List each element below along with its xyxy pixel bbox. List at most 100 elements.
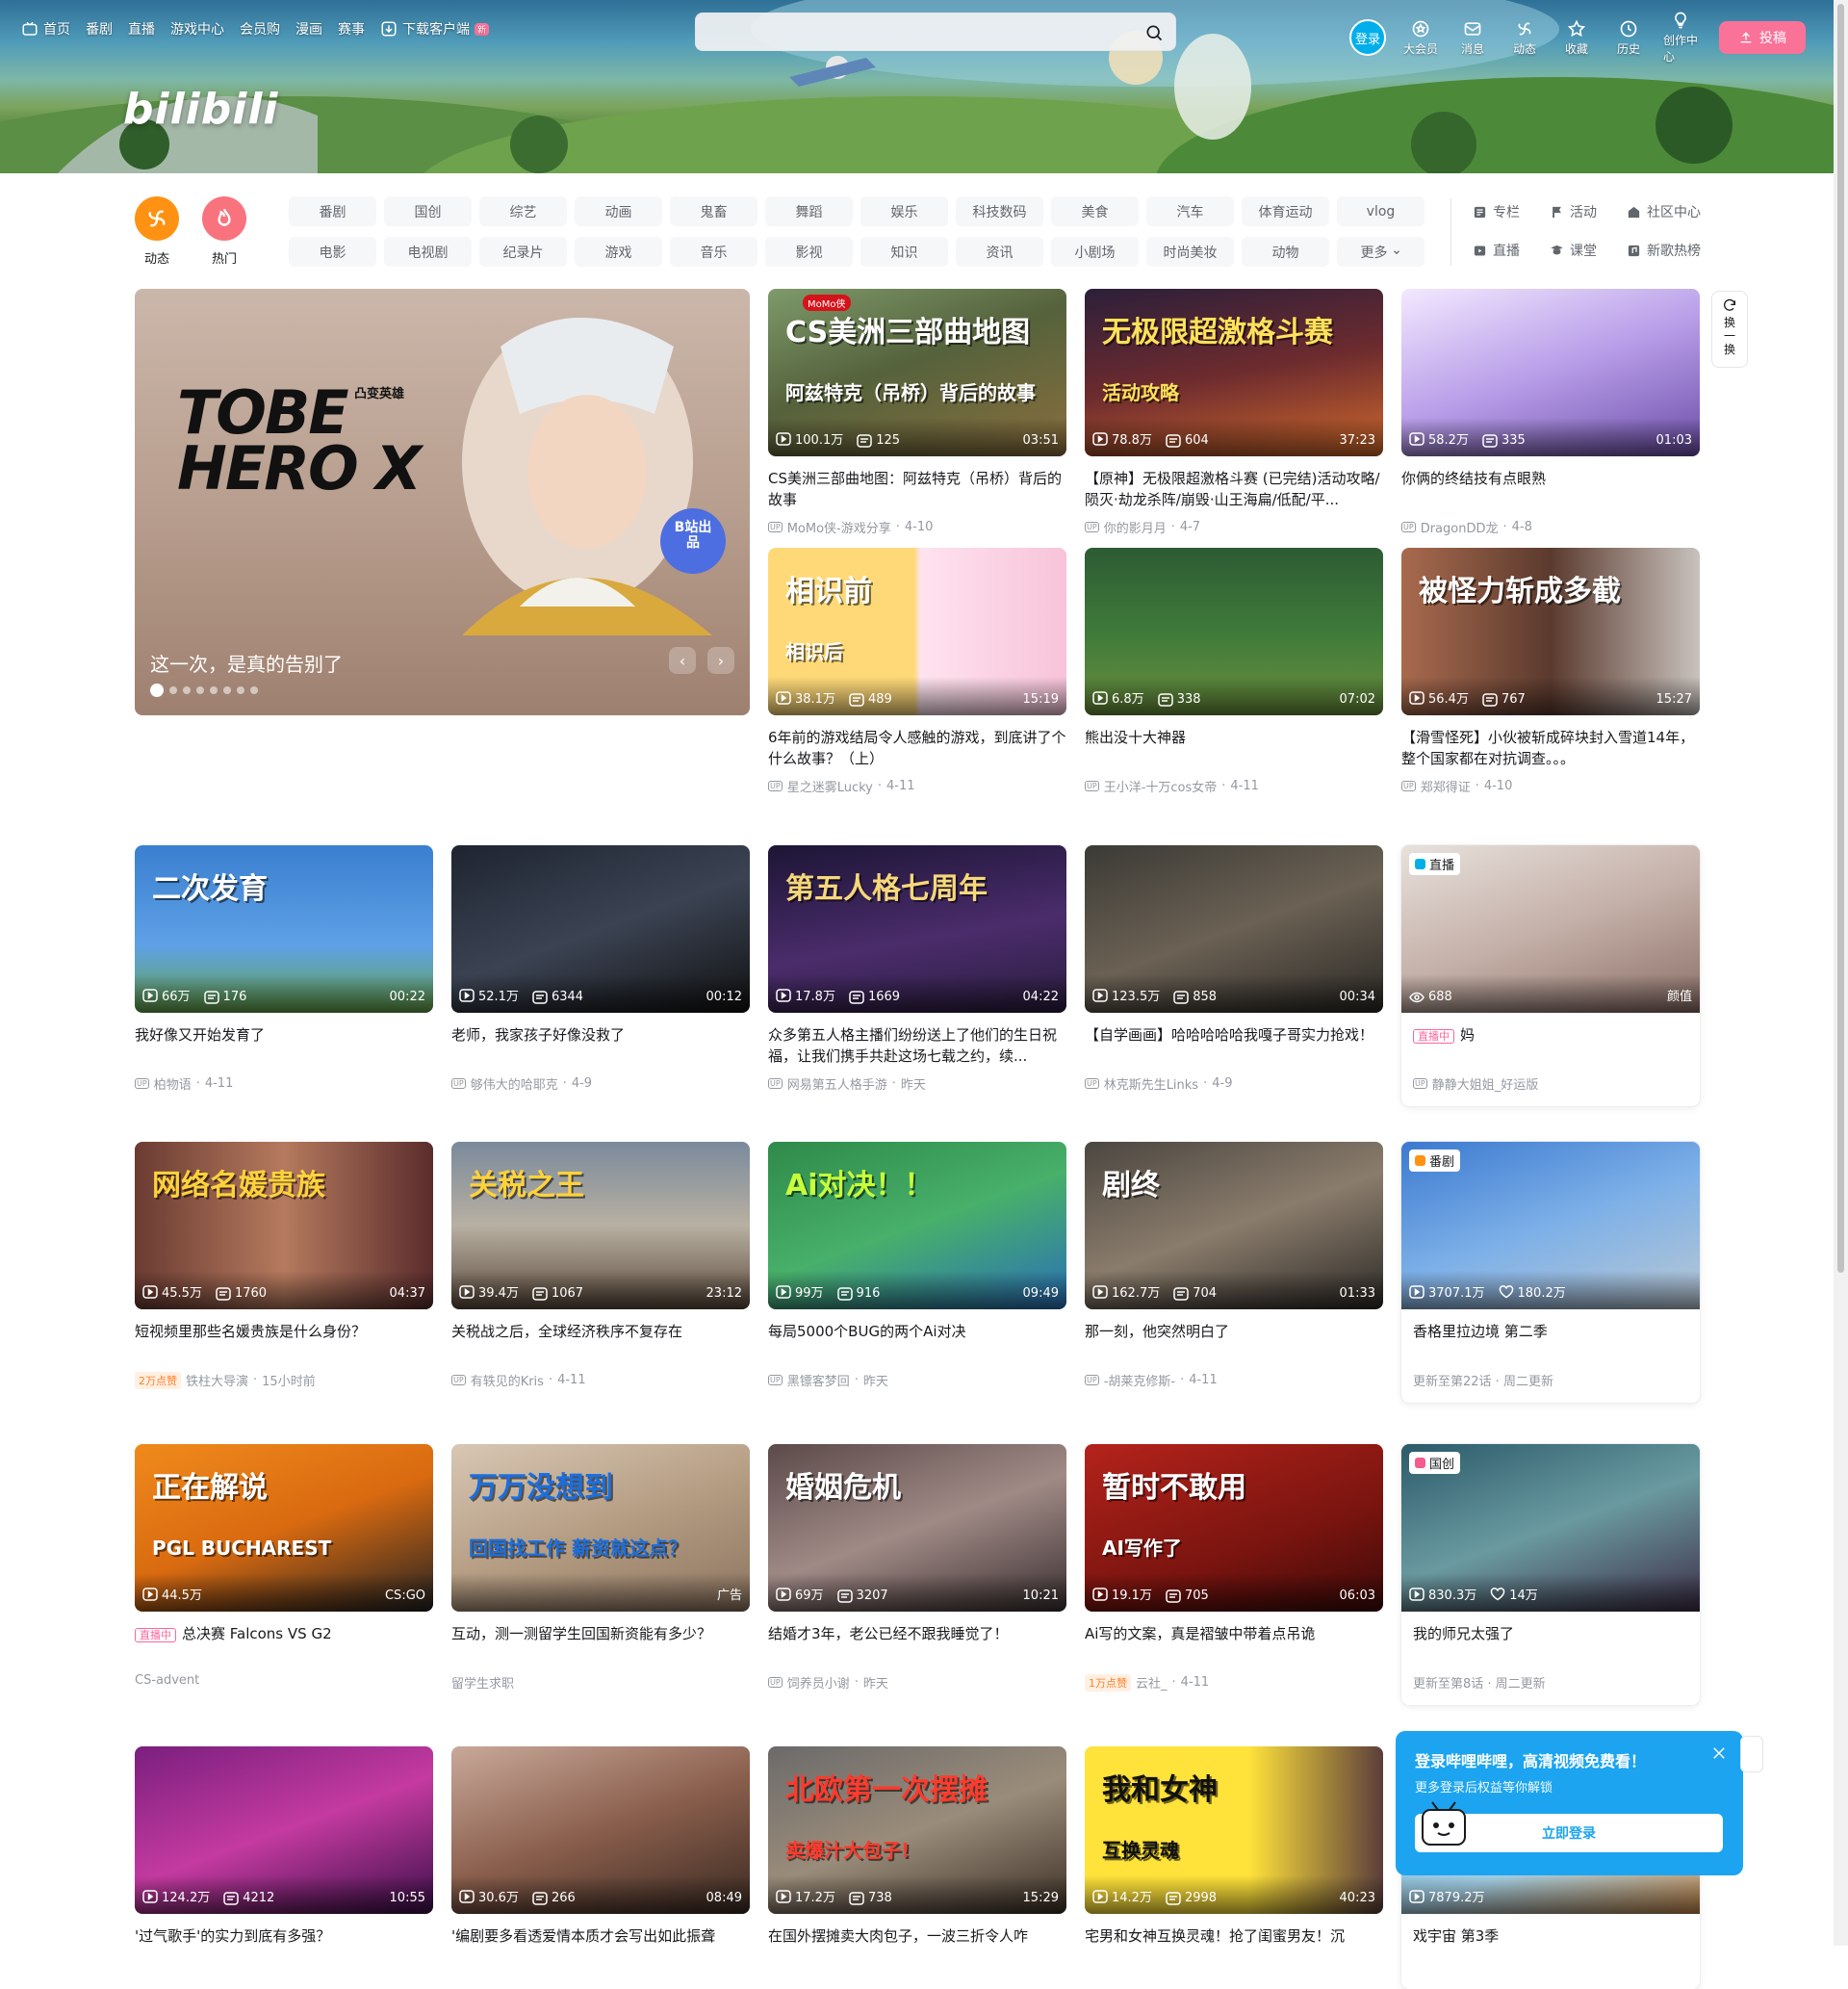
video-card[interactable]: 30.6万 266 08:49 '编剧要多看透爱情本质才会写出如此振聋	[451, 1746, 750, 1976]
video-card[interactable]: CS美洲三部曲地图 阿兹特克（吊桥）背后的故事 MoMo侠 100.1万 125 03:5…	[768, 289, 1066, 536]
carousel-caption[interactable]: 这一次，是真的告别了	[150, 649, 343, 677]
author-name[interactable]: 林克斯先生Links	[1104, 1074, 1198, 1093]
category-item[interactable]: 知识	[860, 237, 948, 267]
carousel-dot[interactable]	[183, 686, 191, 694]
video-cover[interactable]: 正在解说 PGL BUCHAREST 44.5万 CS:GO	[135, 1444, 433, 1612]
video-title-wrap[interactable]: 结婚才3年，老公已经不跟我睡觉了！	[768, 1623, 1066, 1666]
video-card[interactable]: 万万没想到 回国找工作 薪资就这点？ 广告 互动，测一测留学生回国新资能有多少？ 留…	[451, 1444, 750, 1692]
video-title-wrap[interactable]: 你俩的终结技有点眼熟	[1401, 468, 1700, 510]
video-card[interactable]: 58.2万 335 01:03 你俩的终结技有点眼熟 UP DragonDD龙 · 4-8	[1401, 289, 1700, 536]
video-cover[interactable]: Ai对决！！ 99万 916 09:49	[768, 1142, 1066, 1309]
nav-anime[interactable]: 番剧	[86, 19, 113, 39]
author-name[interactable]: DragonDD龙	[1421, 518, 1499, 536]
category-item[interactable]: 舞蹈	[765, 196, 853, 226]
feature-card[interactable]: 直播 688 颜值 直播中妈 UP 静静大姐姐_好运版	[1401, 845, 1700, 1106]
carousel-prev-button[interactable]: ‹	[669, 647, 696, 674]
category-item[interactable]: 游戏	[575, 237, 662, 267]
author-name[interactable]: 柏物语	[154, 1074, 192, 1093]
video-card[interactable]: 婚姻危机 69万 3207 10:21 结婚才3年，老公已经不跟我睡觉了！ UP 饲养员…	[768, 1444, 1066, 1692]
carousel-dot[interactable]	[223, 686, 231, 694]
scrollbar-thumb[interactable]	[1837, 4, 1844, 1273]
nav-home[interactable]: 首页	[21, 19, 70, 39]
video-cover[interactable]: 暂时不敢用 AI写作了 19.1万 705 06:03	[1085, 1444, 1383, 1612]
author-name[interactable]: 有轶见的Kris	[471, 1371, 544, 1389]
category-item[interactable]: 鬼畜	[670, 196, 757, 226]
video-cover[interactable]: 相识前 相识后 38.1万 489 15:19	[768, 548, 1066, 715]
author-name[interactable]: CS-advent	[135, 1673, 199, 1688]
video-card[interactable]: 124.2万 4212 10:55 '过气歌手'的实力到底有多强？	[135, 1746, 433, 1976]
feature-title-wrap[interactable]: 戏宇宙 第3季	[1401, 1925, 1700, 1968]
author-name[interactable]: 星之迷雾Lucky	[787, 777, 873, 795]
video-title-wrap[interactable]: 关税战之后，全球经济秩序不复存在	[451, 1321, 750, 1363]
category-item[interactable]: 体育运动	[1242, 196, 1329, 226]
video-title-wrap[interactable]: 短视频里那些名媛贵族是什么身份？	[135, 1321, 433, 1363]
nav-download-client[interactable]: 下载客户端 新	[380, 19, 490, 39]
author-name[interactable]: 留学生求职	[451, 1673, 514, 1692]
video-title-wrap[interactable]: '编剧要多看透爱情本质才会写出如此振聋	[451, 1925, 750, 1968]
link-community[interactable]: 社区中心	[1627, 202, 1732, 221]
bilibili-logo[interactable]: bilibili	[123, 85, 278, 134]
video-cover[interactable]: 万万没想到 回国找工作 薪资就这点？ 广告	[451, 1444, 750, 1612]
login-avatar-button[interactable]: 登录	[1349, 19, 1386, 56]
feature-cover[interactable]: 国创 830.3万 14万	[1401, 1444, 1700, 1612]
close-icon[interactable]	[1710, 1744, 1728, 1762]
carousel-dot[interactable]	[196, 686, 204, 694]
video-title-wrap[interactable]: 每局5000个BUG的两个Ai对决	[768, 1321, 1066, 1363]
video-cover[interactable]: 无极限超激格斗赛 活动攻略 78.8万 604 37:23	[1085, 289, 1383, 456]
feature-title-wrap[interactable]: 我的师兄太强了	[1401, 1623, 1700, 1666]
video-card[interactable]: 北欧第一次摆摊 卖爆汁大包子! 17.2万 738 15:29 在国外摆摊卖大肉包子，一…	[768, 1746, 1066, 1976]
author-name[interactable]: 够伟大的哈耶克	[471, 1074, 558, 1093]
video-title-wrap[interactable]: 熊出没十大神器	[1085, 727, 1383, 769]
carousel-dot[interactable]	[237, 686, 244, 694]
author-name[interactable]: 饲养员小谢	[787, 1673, 850, 1692]
video-cover[interactable]: 52.1万 6344 00:12	[451, 845, 750, 1013]
video-title-wrap[interactable]: 6年前的游戏结局令人感触的游戏，到底讲了个什么故事？（上）	[768, 727, 1066, 769]
video-title-wrap[interactable]: Ai写的文案，真是褶皱中带着点吊诡	[1085, 1623, 1383, 1666]
video-card[interactable]: Ai对决！！ 99万 916 09:49 每局5000个BUG的两个Ai对决 UP 黑镖…	[768, 1142, 1066, 1389]
video-title-wrap[interactable]: CS美洲三部曲地图：阿兹特克（吊桥）背后的故事	[768, 468, 1066, 510]
video-cover[interactable]: 婚姻危机 69万 3207 10:21	[768, 1444, 1066, 1612]
category-more[interactable]: 更多	[1337, 237, 1424, 267]
video-card[interactable]: 第五人格七周年 17.8万 1669 04:22 众多第五人格主播们纷纷送上了他们的生…	[768, 845, 1066, 1093]
category-item[interactable]: 科技数码	[956, 196, 1043, 226]
category-item[interactable]: 综艺	[479, 196, 567, 226]
author-name[interactable]: -胡莱克修斯-	[1104, 1371, 1175, 1389]
search-input[interactable]	[696, 13, 1110, 50]
video-card[interactable]: 关税之王 39.4万 1067 23:12 关税战之后，全球经济秩序不复存在 UP 有轶…	[451, 1142, 750, 1389]
video-cover[interactable]: 30.6万 266 08:49	[451, 1746, 750, 1914]
video-title-wrap[interactable]: 我好像又开始发育了	[135, 1024, 433, 1067]
nav-manga[interactable]: 漫画	[295, 19, 322, 39]
video-title-wrap[interactable]: 【自学画画】哈哈哈哈哈我嘎子哥实力抢戏！	[1085, 1024, 1383, 1067]
video-title-wrap[interactable]: 互动，测一测留学生回国新资能有多少？	[451, 1623, 750, 1666]
video-title-wrap[interactable]: 众多第五人格主播们纷纷送上了他们的生日祝福，让我们携手共赴这场七载之约，续...	[768, 1024, 1066, 1067]
category-item[interactable]: 电影	[289, 237, 376, 267]
video-title-wrap[interactable]: '过气歌手'的实力到底有多强？	[135, 1925, 433, 1968]
category-item[interactable]: 音乐	[670, 237, 757, 267]
category-item[interactable]: 电视剧	[384, 237, 472, 267]
video-cover[interactable]: 剧终 162.7万 704 01:33	[1085, 1142, 1383, 1309]
author-name[interactable]: MoMo侠-游戏分享	[787, 518, 891, 536]
author-name[interactable]: 铁柱大导演	[186, 1371, 248, 1389]
hero-carousel[interactable]: TOBE HERO X 凸变英雄 B站出品 这一次，是真的告别了 ‹ ›	[135, 289, 750, 715]
category-item[interactable]: 番剧	[289, 196, 376, 226]
author-name[interactable]: 郑郑得证	[1421, 777, 1471, 795]
video-title-wrap[interactable]: 直播中 总决赛 Falcons VS G2	[135, 1623, 433, 1666]
video-cover[interactable]: 58.2万 335 01:03	[1401, 289, 1700, 456]
mini-player-button[interactable]	[1740, 1736, 1763, 1772]
carousel-dot[interactable]	[169, 686, 177, 694]
link-music-chart[interactable]: 新歌热榜	[1627, 241, 1732, 260]
category-item[interactable]: 国创	[384, 196, 472, 226]
category-item[interactable]: 美食	[1051, 196, 1139, 226]
video-card[interactable]: 123.5万 858 00:34 【自学画画】哈哈哈哈哈我嘎子哥实力抢戏！ UP 林克…	[1085, 845, 1383, 1093]
video-cover[interactable]: 二次发育 66万 176 00:22	[135, 845, 433, 1013]
video-cover[interactable]: 被怪力斩成多截 56.4万 767 15:27	[1401, 548, 1700, 715]
category-item[interactable]: 汽车	[1146, 196, 1234, 226]
category-item[interactable]: vlog	[1337, 196, 1424, 226]
link-live[interactable]: 直播	[1473, 241, 1548, 260]
author-name[interactable]: 你的影月月	[1104, 518, 1167, 536]
video-card[interactable]: 正在解说 PGL BUCHAREST 44.5万 CS:GO 直播中 总决赛 Falco…	[135, 1444, 433, 1688]
video-title-wrap[interactable]: 宅男和女神互换灵魂！抢了闺蜜男友！沉	[1085, 1925, 1383, 1968]
video-cover[interactable]: CS美洲三部曲地图 阿兹特克（吊桥）背后的故事 MoMo侠 100.1万 125 03:5…	[768, 289, 1066, 456]
category-item[interactable]: 影视	[765, 237, 853, 267]
nav-creator-center[interactable]: 创作中心	[1663, 11, 1698, 65]
